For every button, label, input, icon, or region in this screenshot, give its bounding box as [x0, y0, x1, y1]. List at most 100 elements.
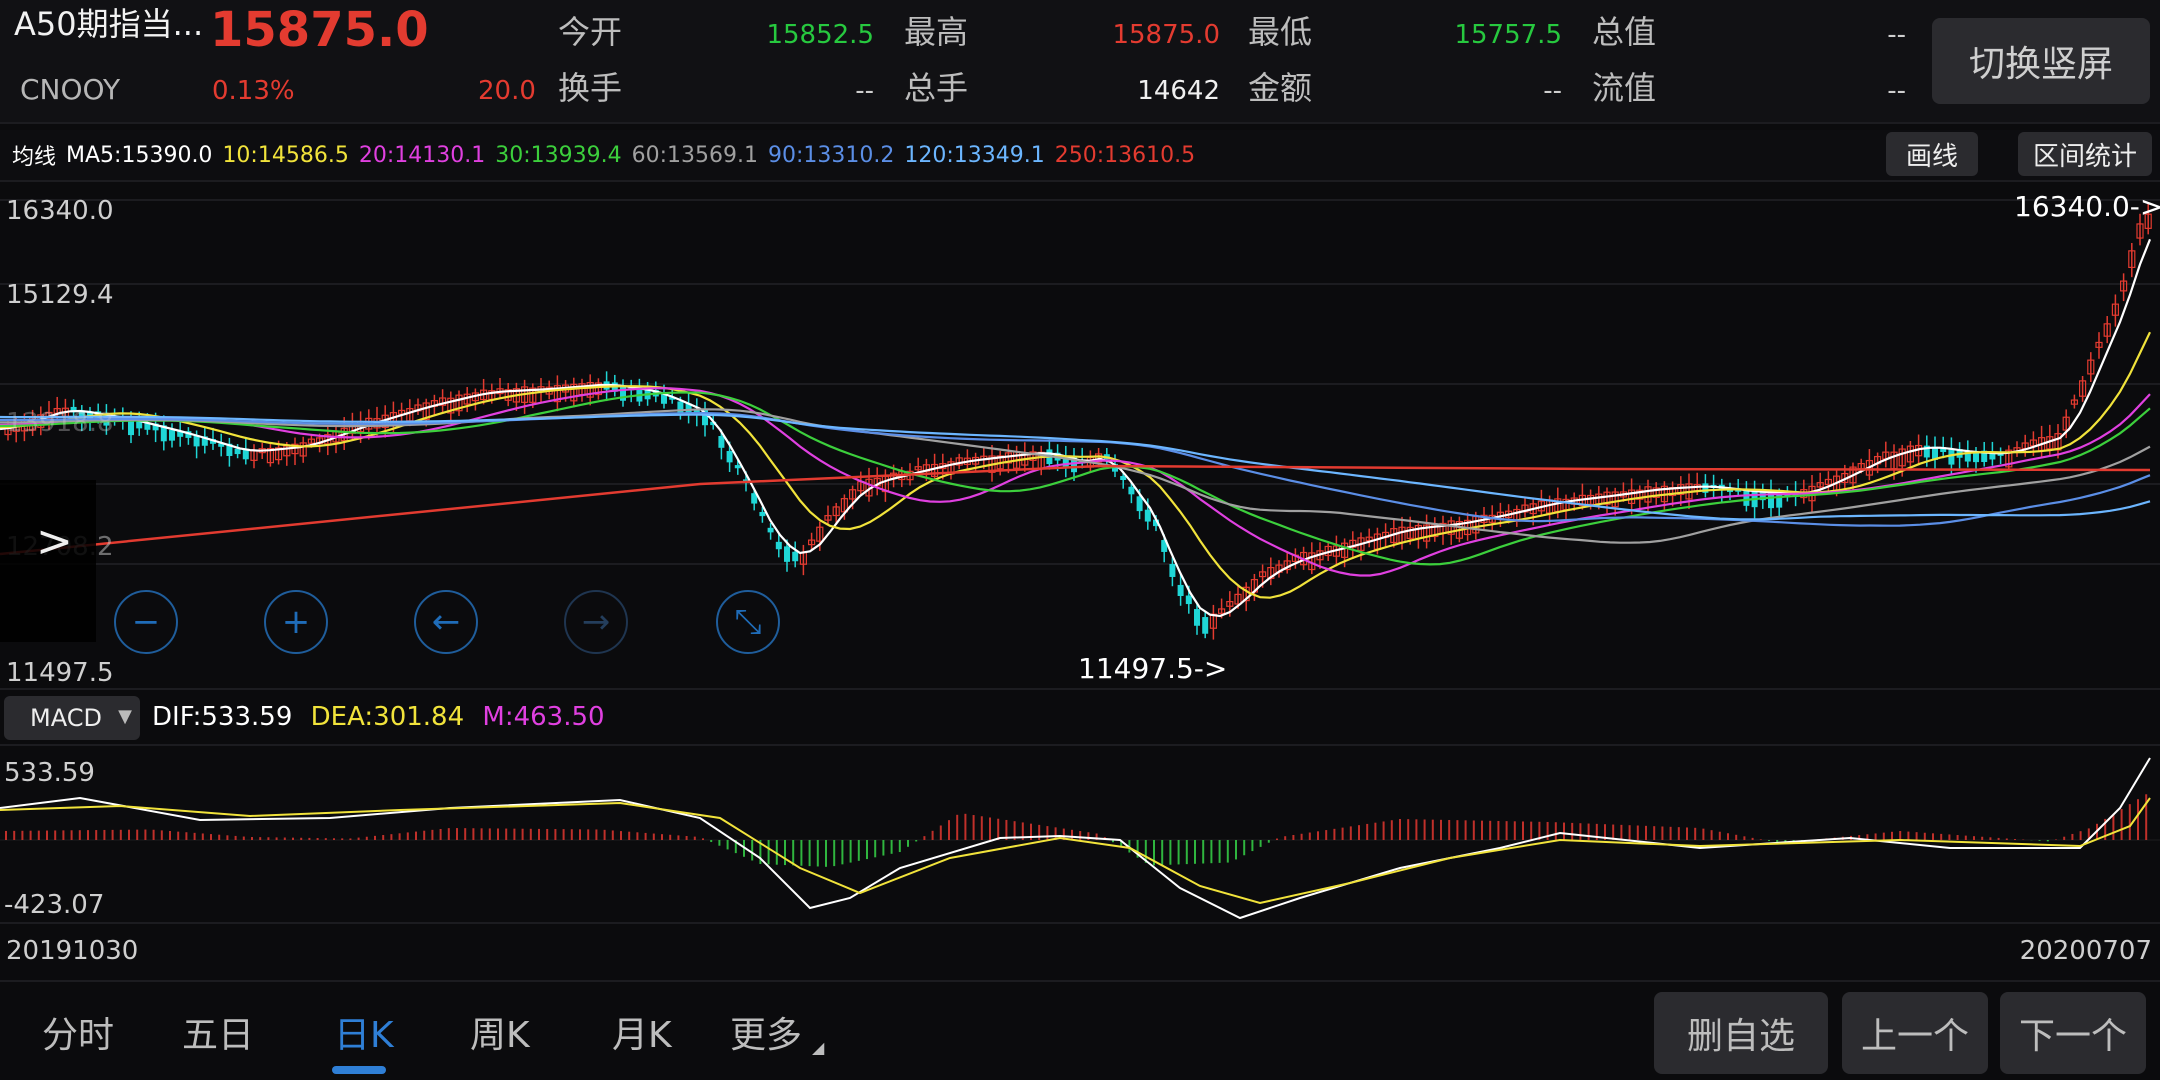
tab-intraday[interactable]: 分时: [42, 1006, 114, 1058]
ma-line: [0, 238, 2152, 618]
low-marker: 11497.5->: [1078, 652, 1228, 685]
ma-line: [0, 387, 2151, 577]
macd-header: MACD ▼ DIF:533.59 DEA:301.84 M:463.50: [0, 688, 2160, 746]
tab-five-day[interactable]: 五日: [182, 1006, 254, 1058]
active-tab-indicator: [332, 1066, 386, 1074]
stat-value-open: 15852.5: [766, 20, 874, 50]
ma-5: MA5:15390.0: [66, 142, 213, 168]
change-value: 20.0: [478, 76, 536, 106]
indicator-select[interactable]: MACD ▼: [4, 696, 140, 740]
macd-lines: [0, 757, 2151, 920]
tab-weekly-k[interactable]: 周K: [470, 1006, 530, 1058]
candle-body: [1128, 486, 1135, 495]
macd-m: M:463.50: [482, 702, 605, 732]
candle-body: [1120, 476, 1127, 481]
ma-250: 250:13610.5: [1054, 142, 1196, 168]
candle-body: [1177, 584, 1184, 597]
stat-label-high: 最高: [904, 13, 969, 51]
stat-value-low: 15757.5: [1454, 20, 1562, 50]
draw-line-button[interactable]: 画线: [1886, 132, 1978, 176]
tab-monthly-k[interactable]: 月K: [612, 1006, 672, 1058]
macd-dif: DIF:533.59: [152, 702, 293, 732]
ma-120: 120:13349.1: [904, 142, 1045, 168]
stat-value-volume: 14642: [1137, 76, 1220, 106]
switch-portrait-button[interactable]: 切换竖屏: [1932, 18, 2150, 104]
candle-body: [759, 511, 766, 517]
quote-header: A50期指当... 15875.0 CNOOY 0.13% 20.0 今开 15…: [0, 0, 2160, 124]
remove-watchlist-button[interactable]: 删自选: [1654, 992, 1828, 1074]
collapse-icon[interactable]: ⤡: [716, 590, 780, 654]
range-stats-button[interactable]: 区间统计: [2018, 132, 2152, 176]
macd-values: DIF:533.59 DEA:301.84 M:463.50: [152, 702, 615, 732]
price-axis-2: 15129.4: [6, 280, 114, 310]
candle-body: [792, 551, 799, 562]
next-button[interactable]: 下一个: [2000, 992, 2146, 1074]
stat-value-total-value: --: [1887, 20, 1906, 50]
candle-body: [1169, 563, 1176, 577]
candle-body: [169, 429, 175, 441]
stat-value-high: 15875.0: [1112, 20, 1220, 50]
scroll-left-icon[interactable]: ←: [414, 590, 478, 654]
price-axis-3: 13918.8: [6, 408, 114, 438]
previous-button[interactable]: 上一个: [1842, 992, 1988, 1074]
dif-line: [0, 757, 2151, 920]
candle-body: [1144, 509, 1151, 522]
stat-value-amount: --: [1543, 76, 1562, 106]
last-price: 15875.0: [210, 2, 429, 58]
date-end: 20200707: [2019, 936, 2152, 966]
ma-10: 10:14586.5: [222, 142, 349, 168]
tab-more[interactable]: 更多: [730, 1006, 802, 1058]
ma-90: 90:13310.2: [768, 142, 895, 168]
candle-body: [775, 541, 782, 550]
bottom-bar: 分时 五日 日K 周K 月K 更多 ◢ 删自选 上一个 下一个: [0, 980, 2160, 1080]
date-start: 20191030: [6, 936, 139, 966]
macd-axis-bottom: -423.07: [4, 890, 105, 920]
macd-chart[interactable]: [0, 748, 2160, 920]
candle-body: [784, 546, 790, 562]
stat-label-turnover: 换手: [558, 69, 623, 107]
moving-average-lines: [0, 238, 2152, 618]
candle-body: [1973, 452, 1979, 463]
candle-body: [1743, 490, 1750, 506]
zoom-in-icon[interactable]: +: [264, 590, 328, 654]
price-axis-top: 16340.0: [6, 196, 114, 226]
dropdown-arrow-icon: ▼: [118, 706, 132, 727]
macd-dea: DEA:301.84: [310, 702, 465, 732]
high-marker: 16340.0->: [2014, 190, 2160, 223]
candle-body: [234, 448, 241, 455]
scroll-right-icon: →: [564, 590, 628, 654]
ma-title: 均线: [12, 145, 57, 170]
indicator-select-label: MACD: [30, 704, 102, 732]
ma-line: [0, 391, 2151, 566]
stat-label-volume: 总手: [904, 69, 969, 107]
dea-line: [0, 797, 2151, 905]
candle-body: [718, 435, 725, 448]
stat-label-open: 今开: [558, 13, 623, 51]
change-percent: 0.13%: [212, 76, 295, 106]
macd-histogram: [5, 794, 2148, 867]
price-axis-bottom: 11497.5: [6, 658, 114, 688]
stat-label-low: 最低: [1248, 13, 1313, 51]
zoom-out-icon[interactable]: −: [114, 590, 178, 654]
candle-body: [1202, 617, 1209, 634]
ma-30: 30:13939.4: [495, 142, 622, 168]
more-corner-icon: ◢: [812, 1038, 825, 1057]
candle-body: [767, 527, 774, 533]
candle-body: [734, 465, 741, 469]
stat-value-turnover: --: [855, 76, 874, 106]
candle-body: [726, 451, 733, 463]
candle-body: [1185, 595, 1192, 605]
stat-value-float-value: --: [1887, 76, 1906, 106]
ma-60: 60:13569.1: [631, 142, 758, 168]
macd-axis-top: 533.59: [4, 758, 95, 788]
instrument-code: CNOOY: [20, 73, 121, 106]
tab-daily-k[interactable]: 日K: [334, 1006, 394, 1058]
stat-label-amount: 金额: [1248, 69, 1313, 107]
stat-label-float-value: 流值: [1592, 69, 1657, 107]
candle-body: [1194, 609, 1200, 626]
moving-average-legend: 均线 MA5:15390.0 10:14586.5 20:14130.1 30:…: [0, 130, 2160, 182]
chevron-right-icon[interactable]: >: [36, 516, 73, 567]
date-axis: 20191030 20200707: [0, 922, 2160, 978]
ma-20: 20:14130.1: [358, 142, 486, 168]
stat-label-total-value: 总值: [1592, 13, 1657, 51]
